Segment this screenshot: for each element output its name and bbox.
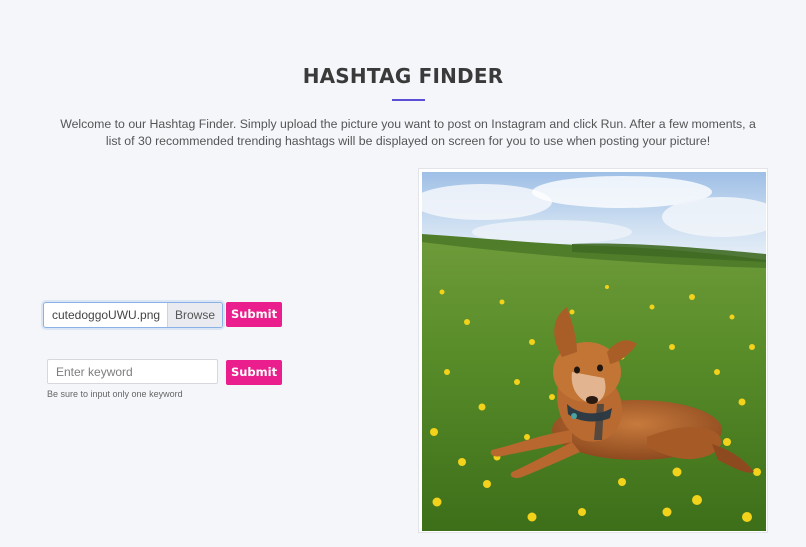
dog-photo [422, 172, 766, 531]
keyword-help-text: Be sure to input only one keyword [47, 389, 183, 399]
keyword-input[interactable] [47, 359, 218, 384]
file-upload-field[interactable]: cutedoggoUWU.png Browse [43, 302, 223, 328]
title-underline [392, 99, 425, 101]
upload-submit-button[interactable]: Submit [226, 302, 282, 327]
keyword-submit-button[interactable]: Submit [226, 360, 282, 385]
intro-text: Welcome to our Hashtag Finder. Simply up… [60, 117, 756, 148]
image-preview [418, 168, 768, 533]
file-name-display[interactable]: cutedoggoUWU.png [44, 303, 167, 327]
page-title: HASHTAG FINDER [302, 64, 504, 88]
browse-button[interactable]: Browse [167, 303, 222, 327]
